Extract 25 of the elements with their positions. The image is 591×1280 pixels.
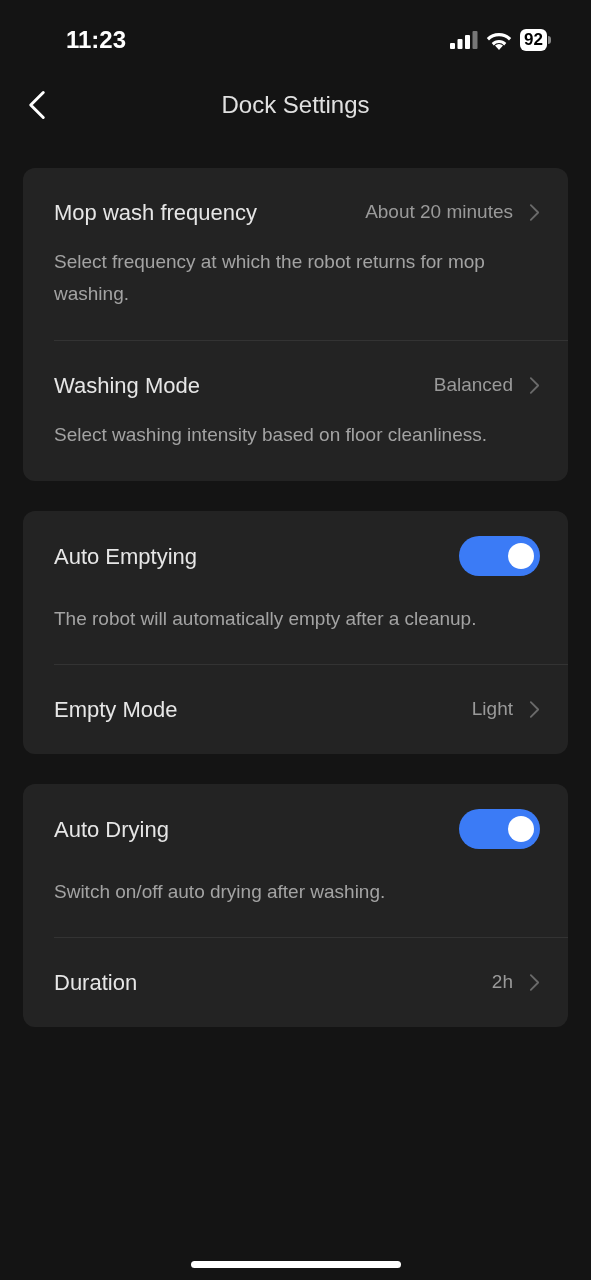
status-time: 11:23 — [66, 25, 127, 55]
wifi-icon — [486, 30, 513, 50]
setting-value[interactable]: Balanced — [433, 371, 540, 400]
setting-title: Mop wash frequency — [54, 199, 257, 227]
signal-icon — [450, 31, 479, 49]
chevron-right-icon — [529, 700, 540, 719]
chevron-right-icon — [529, 203, 540, 222]
chevron-right-icon — [529, 376, 540, 395]
chevron-right-icon — [529, 973, 540, 992]
setting-description: Select frequency at which the robot returns for mop washing. — [54, 250, 486, 306]
setting-value[interactable]: 2h — [491, 968, 540, 997]
setting-title: Auto Emptying — [54, 542, 198, 571]
page-title: Dock Settings — [221, 90, 370, 120]
setting-title: Duration — [54, 969, 138, 997]
setting-value[interactable]: About 20 minutes — [365, 198, 540, 227]
setting-title: Auto Drying — [54, 815, 169, 844]
setting-description: Select washing intensity based on floor cleanliness. — [54, 423, 489, 447]
setting-title: Washing Mode — [54, 372, 200, 400]
toggle-switch[interactable] — [459, 536, 540, 576]
setting-description: The robot will automatically empty after a cleanup. — [54, 607, 478, 631]
back-button[interactable] — [28, 90, 46, 120]
setting-title: Empty Mode — [54, 696, 178, 724]
setting-description: Switch on/off auto drying after washing. — [54, 880, 387, 904]
toggle-switch[interactable] — [459, 809, 540, 849]
setting-value[interactable]: Light — [471, 695, 540, 724]
